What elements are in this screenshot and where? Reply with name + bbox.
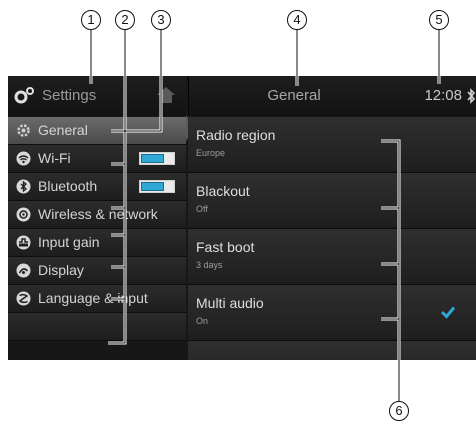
callout-6: 6 [389,401,409,421]
callout-1: 1 [81,10,101,30]
callout-3: 3 [151,10,171,30]
callout-lines-overlay [89,30,441,401]
callout-5: 5 [429,10,449,30]
callout-4: 4 [287,10,307,30]
callout-2: 2 [115,10,135,30]
